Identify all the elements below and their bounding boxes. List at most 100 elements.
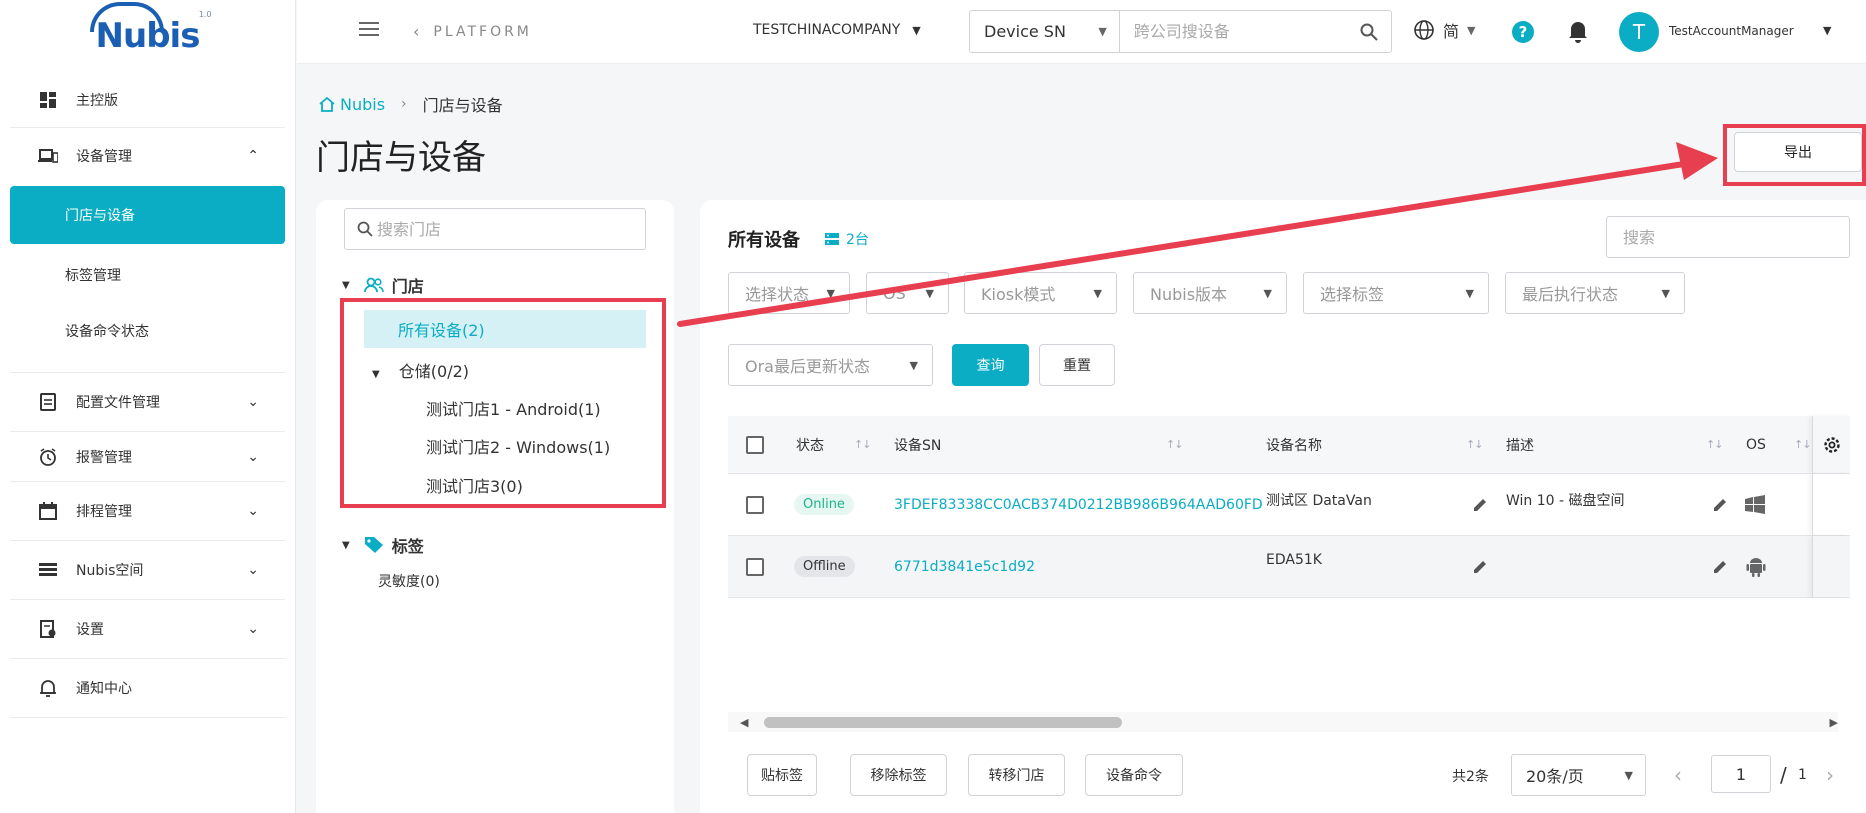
row-checkbox[interactable] <box>746 557 764 576</box>
cross-company-search-input[interactable] <box>1119 11 1348 52</box>
sidebar-item-label: 设备管理 <box>76 149 132 165</box>
page-total: 1 <box>1798 767 1807 783</box>
caret-down-icon: ▼ <box>1661 286 1670 300</box>
edit-name-icon[interactable] <box>1472 536 1488 597</box>
filter-placeholder: OS <box>883 283 906 303</box>
device-search-input[interactable] <box>1606 216 1850 258</box>
select-all-checkbox[interactable] <box>746 435 764 454</box>
sidebar-item-notifications[interactable]: 通知中心 <box>10 659 285 718</box>
column-header-status[interactable]: 状态 <box>796 416 824 473</box>
caret-down-icon[interactable]: ▼ <box>1823 24 1831 37</box>
filter-nubis-version[interactable]: Nubis版本 ▼ <box>1133 272 1287 314</box>
tree-stores-header[interactable]: ▼ 门店 <box>342 273 424 297</box>
scroll-left-icon[interactable]: ◀ <box>740 716 748 729</box>
search-button[interactable] <box>1348 11 1391 52</box>
store-search-input[interactable] <box>377 219 617 239</box>
caret-down-icon: ▼ <box>1465 286 1474 300</box>
device-command-button[interactable]: 设备命令 <box>1085 754 1183 796</box>
scroll-right-icon[interactable]: ▶ <box>1830 716 1838 729</box>
edit-name-icon[interactable] <box>1472 474 1488 535</box>
topbar: ‹ PLATFORM TESTCHINACOMPANY ▼ Device SN … <box>297 0 1866 64</box>
user-name[interactable]: TestAccountManager <box>1669 24 1794 38</box>
sidebar-item-alarms[interactable]: 报警管理 ⌄ <box>10 432 285 482</box>
device-sn-link[interactable]: 6771d3841e5c1d92 <box>894 559 1035 575</box>
edit-description-icon[interactable] <box>1712 474 1728 535</box>
tree-tags-header[interactable]: ▼ 标签 <box>342 533 424 557</box>
devices-icon <box>36 144 60 168</box>
next-page-icon[interactable]: › <box>1826 763 1834 787</box>
store-search-field[interactable] <box>344 208 646 250</box>
annotation-box-export <box>1723 124 1866 186</box>
sidebar-subitem-tag-management[interactable]: 标签管理 <box>10 246 285 303</box>
sidebar-item-settings[interactable]: 设置 ⌄ <box>10 600 285 659</box>
column-label: 状态 <box>796 437 824 454</box>
filter-os[interactable]: OS ▼ <box>866 272 949 314</box>
breadcrumb: Nubis › 门店与设备 <box>318 92 503 116</box>
back-to-platform-link[interactable]: ‹ PLATFORM <box>413 22 532 41</box>
filter-ora-update-status[interactable]: Ora最后更新状态 ▼ <box>728 344 933 386</box>
search-type-select[interactable]: Device SN ▼ <box>970 11 1120 52</box>
gear-icon[interactable] <box>1822 435 1842 455</box>
sidebar-item-device-management[interactable]: 设备管理 ⌃ <box>10 128 285 184</box>
scrollbar-thumb[interactable] <box>764 717 1122 728</box>
device-list-title: 所有设备 <box>728 230 800 251</box>
chevron-down-icon: ⌄ <box>247 562 259 578</box>
tree-node-tag[interactable]: 灵敏度(0) <box>378 571 440 591</box>
breadcrumb-home-label: Nubis <box>340 94 386 114</box>
help-icon[interactable]: ? <box>1512 21 1534 43</box>
sidebar-item-config-files[interactable]: 配置文件管理 ⌄ <box>10 373 285 432</box>
reset-button[interactable]: 重置 <box>1039 344 1115 386</box>
horizontal-scrollbar[interactable]: ◀ ▶ <box>728 712 1838 732</box>
filter-status[interactable]: 选择状态 ▼ <box>728 272 850 314</box>
tree-node-label: 灵敏度(0) <box>378 574 440 590</box>
notification-icon <box>36 676 60 700</box>
sort-icon[interactable]: ↑↓ <box>1466 438 1483 451</box>
fixed-column-cell <box>1812 536 1850 597</box>
sort-icon[interactable]: ↑↓ <box>1706 438 1723 451</box>
filter-kiosk-mode[interactable]: Kiosk模式 ▼ <box>964 272 1117 314</box>
sidebar-item-schedules[interactable]: 排程管理 ⌄ <box>10 482 285 541</box>
page-size-select[interactable]: 20条/页 ▼ <box>1511 754 1646 796</box>
nubis-logo[interactable]: Nubis 1.0 <box>0 0 295 72</box>
table-row[interactable]: Offline 6771d3841e5c1d92 EDA51K <box>728 536 1850 598</box>
table-row[interactable]: Online 3FDEF83338CC0ACB374D0212BB986B964… <box>728 474 1850 536</box>
column-label: 设备SN <box>894 437 942 454</box>
device-search-group: Device SN ▼ <box>969 10 1392 53</box>
sidebar-subitem-stores-devices[interactable]: 门店与设备 <box>10 186 285 244</box>
sort-icon[interactable]: ↑↓ <box>1166 438 1183 451</box>
search-icon <box>357 221 373 237</box>
sidebar-item-dashboard[interactable]: 主控版 <box>10 72 285 128</box>
company-selector[interactable]: TESTCHINACOMPANY ▼ <box>753 22 921 38</box>
column-header-os[interactable]: OS <box>1746 416 1766 473</box>
sort-icon[interactable]: ↑↓ <box>1794 438 1811 451</box>
device-sn-link[interactable]: 3FDEF83338CC0ACB374D0212BB986B964AAD60FD <box>894 497 1263 513</box>
chevron-up-icon: ⌃ <box>247 148 259 164</box>
language-selector[interactable]: 简 ▼ <box>1413 18 1475 42</box>
sort-icon[interactable]: ↑↓ <box>854 438 871 451</box>
chevron-down-icon: ⌄ <box>247 394 259 410</box>
page-number-input[interactable] <box>1711 755 1771 793</box>
prev-page-icon[interactable]: ‹ <box>1674 763 1682 787</box>
sidebar-subitem-command-status[interactable]: 设备命令状态 <box>10 303 285 373</box>
avatar[interactable]: T <box>1619 12 1659 52</box>
device-name: EDA51K <box>1266 552 1322 568</box>
sidebar-item-label: 报警管理 <box>76 449 132 466</box>
breadcrumb-home-link[interactable]: Nubis <box>318 95 385 114</box>
menu-icon[interactable] <box>359 22 379 36</box>
sidebar-item-nubis-space[interactable]: Nubis空间 ⌄ <box>10 541 285 600</box>
remove-tag-button[interactable]: 移除标签 <box>850 754 947 796</box>
bell-icon[interactable] <box>1567 19 1589 43</box>
caret-down-icon: ▼ <box>1093 286 1102 300</box>
column-header-name[interactable]: 设备名称 <box>1266 416 1322 473</box>
transfer-store-button[interactable]: 转移门店 <box>968 754 1065 796</box>
column-header-desc[interactable]: 描述 <box>1506 416 1534 473</box>
sidebar-item-label: 设置 <box>76 622 104 638</box>
table-header-row: 状态 ↑↓ 设备SN ↑↓ 设备名称 ↑↓ 描述 ↑↓ OS ↑↓ <box>728 416 1850 474</box>
filter-tags[interactable]: 选择标签 ▼ <box>1303 272 1489 314</box>
add-tag-button[interactable]: 贴标签 <box>747 754 817 796</box>
row-checkbox[interactable] <box>746 495 764 514</box>
filter-last-exec-status[interactable]: 最后执行状态 ▼ <box>1505 272 1685 314</box>
column-header-sn[interactable]: 设备SN <box>894 416 941 473</box>
query-button[interactable]: 查询 <box>952 344 1029 386</box>
edit-description-icon[interactable] <box>1712 536 1728 597</box>
